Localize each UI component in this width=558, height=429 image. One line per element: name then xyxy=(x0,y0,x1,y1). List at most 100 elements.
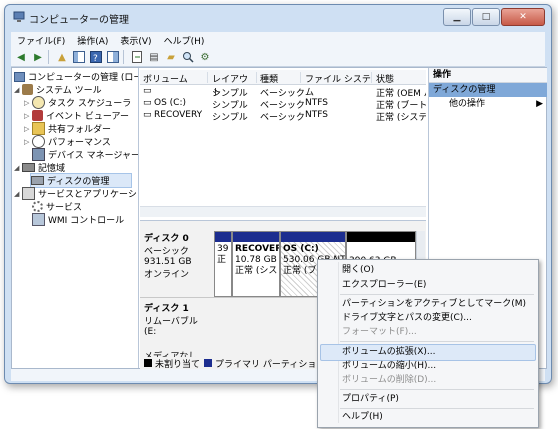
search-icon[interactable] xyxy=(181,50,195,64)
tree-item-system-tools[interactable]: ◢ システム ツール xyxy=(14,83,102,96)
menu-explorer[interactable]: エクスプローラー(E) xyxy=(342,278,426,292)
actions-header: 操作 xyxy=(429,68,547,83)
tree-item-task-scheduler[interactable]: ▷ タスク スケジューラ xyxy=(24,96,131,109)
volume-list-header: ボリューム レイアウト 種類 ファイル システム 状態 xyxy=(140,70,426,98)
minimize-button[interactable]: ▁ xyxy=(443,8,471,26)
cell-status: 正常 (システム xyxy=(376,113,426,123)
disk0-name: ディスク 0 xyxy=(144,234,189,244)
expand-arrow-icon[interactable]: ◢ xyxy=(14,86,22,94)
disk0-size: 931.51 GB xyxy=(144,257,192,267)
disk1-label[interactable]: ディスク 1 リムーバブル (E: メディアなし xyxy=(144,301,206,362)
expand-arrow-icon[interactable]: ◢ xyxy=(14,190,22,198)
wmi-icon xyxy=(32,213,45,226)
partition-size: 39 xyxy=(217,244,229,254)
menu-help[interactable]: ヘルプ(H) xyxy=(158,34,211,47)
volume-list: ボリューム レイアウト 種類 ファイル システム 状態 ▭ シンプル ベーシック… xyxy=(140,68,426,216)
table-row[interactable]: ▭ RECOVERY シンプル ベーシック NTFS 正常 (システム xyxy=(140,110,426,123)
menu-separator xyxy=(340,408,534,409)
column-type[interactable]: 種類 xyxy=(260,72,301,85)
horizontal-scrollbar[interactable] xyxy=(140,206,426,217)
column-layout[interactable]: レイアウト xyxy=(212,72,257,98)
tree-item-label: 共有フォルダー xyxy=(48,125,112,135)
collapse-arrow-icon[interactable]: ▷ xyxy=(24,125,32,133)
tree-item-root[interactable]: コンピューターの管理 (ローカ xyxy=(14,70,138,83)
primary-bar xyxy=(233,232,279,242)
table-row[interactable]: ▭ シンプル ベーシック 正常 (OEM パ xyxy=(140,86,426,99)
tree-item-label: サービス xyxy=(46,203,83,213)
collapse-arrow-icon[interactable]: ▷ xyxy=(24,138,32,146)
actions-disk-management[interactable]: ディスクの管理 xyxy=(429,83,547,97)
cell-layout: シンプル xyxy=(212,113,248,123)
help-icon[interactable]: ? xyxy=(89,50,103,64)
disk1-type: リムーバブル (E: xyxy=(144,317,198,337)
partition-status: 正 xyxy=(217,255,227,265)
legend-unallocated: 未割り当て xyxy=(155,359,201,370)
up-folder-icon[interactable]: ▲ xyxy=(55,50,69,64)
tree-item-wmi[interactable]: WMI コントロール xyxy=(32,213,124,226)
tree-item-services[interactable]: サービス xyxy=(32,200,82,213)
expand-arrow-icon[interactable]: ◢ xyxy=(14,164,22,172)
export-icon[interactable] xyxy=(130,50,144,64)
toolbar-separator xyxy=(123,50,124,64)
volume-drive-icon: ▭ xyxy=(143,98,152,108)
menu-separator xyxy=(340,341,534,342)
partition-size: 10.78 GB I xyxy=(235,255,280,265)
menu-shrink-volume[interactable]: ボリュームの縮小(H)... xyxy=(342,359,436,373)
menu-bar: ファイル(F) 操作(A) 表示(V) ヘルプ(H) xyxy=(11,32,545,48)
context-menu: 開く(O) エクスプローラー(E) パーティションをアクティブとしてマーク(M)… xyxy=(317,259,539,428)
disk-management-icon xyxy=(31,176,44,185)
column-filesystem[interactable]: ファイル システム xyxy=(305,72,372,98)
partition-status: 正常 (シス xyxy=(235,266,278,276)
cell-filesystem: NTFS xyxy=(305,110,328,120)
menu-help[interactable]: ヘルプ(H) xyxy=(342,410,383,424)
menu-action[interactable]: 操作(A) xyxy=(71,34,114,47)
partition-name: RECOVER xyxy=(235,244,280,254)
storage-icon xyxy=(22,163,35,172)
tree-item-event-viewer[interactable]: ▷ イベント ビューアー xyxy=(24,109,129,122)
tree-item-label: システム ツール xyxy=(36,86,102,96)
tree-item-shared-folders[interactable]: ▷ 共有フォルダー xyxy=(24,122,111,135)
toolbar: ◀ ▶ ▲ ? ▤ ▰ ⚙ xyxy=(11,48,545,67)
shared-folder-icon xyxy=(32,122,45,135)
menu-file[interactable]: ファイル(F) xyxy=(11,34,71,47)
menu-properties[interactable]: プロパティ(P) xyxy=(342,392,399,406)
primary-bar xyxy=(215,232,231,242)
forward-icon[interactable]: ▶ xyxy=(31,50,45,64)
collapse-arrow-icon[interactable]: ▷ xyxy=(24,99,32,107)
actions-other[interactable]: 他の操作 ▶ xyxy=(429,97,547,111)
tree-item-performance[interactable]: ▷ パフォーマンス xyxy=(24,135,111,148)
console-tree-icon[interactable] xyxy=(72,50,86,64)
disk1-name: ディスク 1 xyxy=(144,304,189,314)
disk0-label[interactable]: ディスク 0 ベーシック 931.51 GB オンライン xyxy=(144,231,206,280)
legend-primary: プライマリ パーティション xyxy=(215,359,326,370)
tree-item-services-apps[interactable]: ◢ サービスとアプリケーショ xyxy=(14,187,138,200)
partition-oem[interactable]: 39 正 xyxy=(214,231,232,297)
maximize-button[interactable]: □ xyxy=(472,8,500,26)
menu-format[interactable]: フォーマット(F)... xyxy=(342,325,417,339)
menu-change-drive-letter[interactable]: ドライブ文字とパスの変更(C)... xyxy=(342,311,472,325)
table-row[interactable]: ▭ OS (C:) シンプル ベーシック NTFS 正常 (ブート、 xyxy=(140,98,426,111)
column-volume[interactable]: ボリューム xyxy=(143,72,208,85)
unallocated-bar xyxy=(347,232,415,242)
cell-volume: OS (C:) xyxy=(154,98,186,108)
column-status[interactable]: 状態 xyxy=(376,72,426,85)
tree-item-device-manager[interactable]: デバイス マネージャー xyxy=(32,148,138,161)
settings-icon[interactable]: ⚙ xyxy=(198,50,212,64)
open-folder-icon[interactable]: ▰ xyxy=(164,50,178,64)
back-icon[interactable]: ◀ xyxy=(14,50,28,64)
partition-recovery[interactable]: RECOVER 10.78 GB I 正常 (シス xyxy=(232,231,280,297)
menu-mark-active[interactable]: パーティションをアクティブとしてマーク(M) xyxy=(342,297,526,311)
menu-open[interactable]: 開く(O) xyxy=(342,263,374,277)
services-gear-icon xyxy=(32,201,43,212)
console-icon[interactable] xyxy=(106,50,120,64)
menu-delete-volume[interactable]: ボリュームの削除(D)... xyxy=(342,373,436,387)
menu-extend-volume[interactable]: ボリュームの拡張(X)... xyxy=(342,345,436,359)
tree-item-label: ディスクの管理 xyxy=(47,177,110,187)
close-button[interactable]: ✕ xyxy=(501,8,545,26)
properties-icon[interactable]: ▤ xyxy=(147,50,161,64)
collapse-arrow-icon[interactable]: ▷ xyxy=(24,112,32,120)
tree-item-disk-management[interactable]: ディスクの管理 xyxy=(30,173,132,188)
title-bar[interactable]: コンピューターの管理 ▁ □ ✕ xyxy=(5,5,551,29)
menu-view[interactable]: 表示(V) xyxy=(114,34,157,47)
primary-bar xyxy=(281,232,345,242)
